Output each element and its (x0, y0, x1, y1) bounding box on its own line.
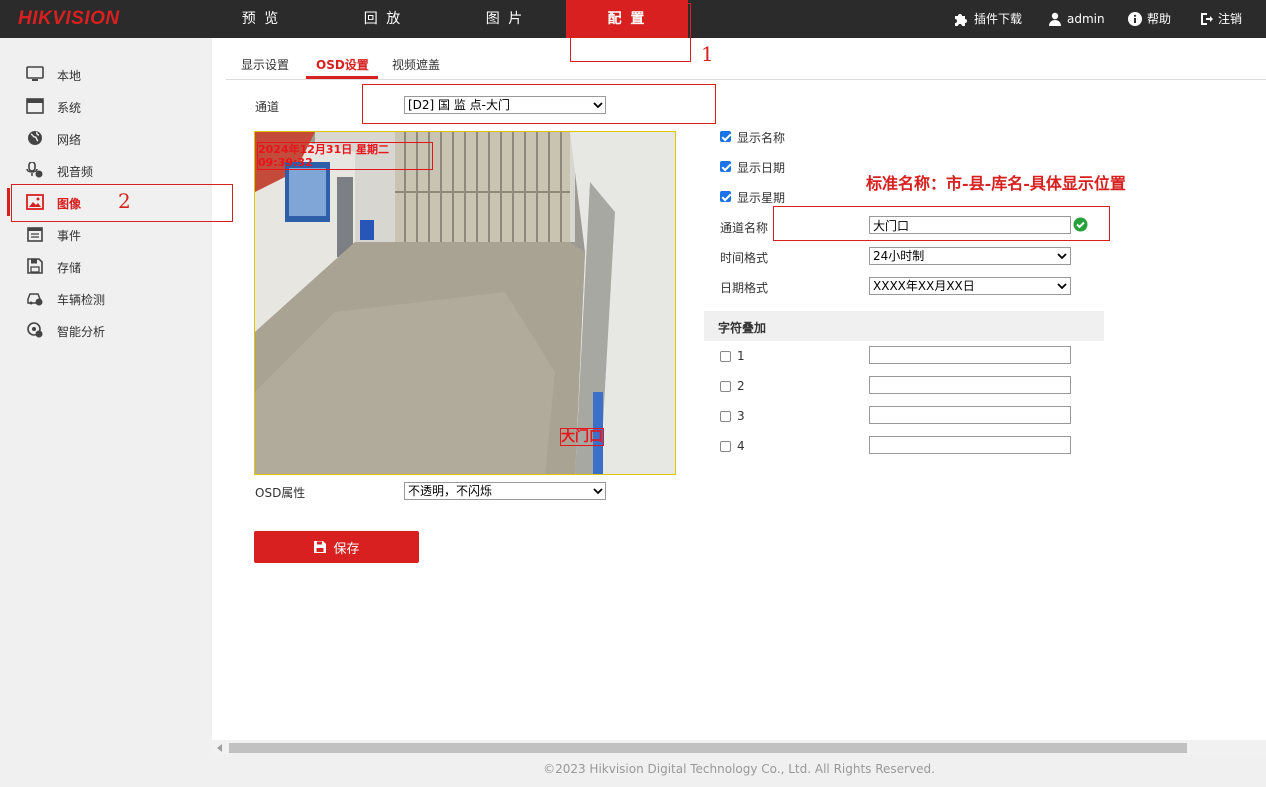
overlay-1-input[interactable] (869, 346, 1071, 364)
annotation-box-channel (362, 84, 716, 124)
tab-osd-settings[interactable]: OSD设置 (316, 56, 369, 73)
show-week-checkbox[interactable] (720, 191, 731, 202)
plugin-download-link[interactable]: 插件下载 (953, 0, 1022, 38)
monitor-icon (26, 66, 44, 81)
overlay-1-checkbox[interactable] (720, 351, 731, 362)
overlay-3-label: 3 (737, 409, 745, 423)
text-overlay-section-header: 字符叠加 (704, 311, 1104, 341)
calendar-icon (27, 227, 43, 242)
time-format-label: 时间格式 (720, 251, 769, 265)
sidebar-item-event[interactable]: 事件 (0, 218, 212, 250)
sidebar-item-storage[interactable]: 存储 (0, 250, 212, 282)
sidebar-item-video-audio[interactable]: 视音频 (0, 154, 212, 186)
tab-display-settings[interactable]: 显示设置 (241, 56, 289, 73)
show-date-checkbox[interactable] (720, 161, 731, 172)
globe-icon (28, 131, 42, 145)
show-name-label: 显示名称 (737, 131, 786, 145)
sidebar-item-network[interactable]: 网络 (0, 122, 212, 154)
config-tabs: 显示设置 OSD设置 视频遮盖 (226, 42, 1266, 80)
system-icon (26, 98, 44, 114)
channel-label: 通道 (255, 100, 280, 114)
sidebar-item-system[interactable]: 系统 (0, 90, 212, 122)
sidebar: 本地 系统 网络 视音频 图像 事件 存储 车辆检测 智能分析 (0, 38, 212, 787)
plugin-download-label: 插件下载 (974, 12, 1023, 26)
nav-picture[interactable]: 图 片 (444, 0, 566, 38)
sidebar-item-label: 事件 (57, 229, 82, 243)
save-icon (314, 541, 327, 553)
annotation-box-channel-name (773, 206, 1110, 241)
overlay-4-label: 4 (737, 439, 745, 453)
logout-icon (1201, 13, 1213, 25)
osd-datetime-overlay: 2024年12月31日 星期二 09:39:32 (257, 142, 433, 170)
vehicle-icon (27, 293, 43, 306)
sidebar-item-label: 存储 (57, 261, 82, 275)
username-label: admin (1067, 12, 1105, 26)
active-tab-underline (306, 76, 378, 79)
camera-scene (255, 132, 675, 474)
osd-attribute-label: OSD属性 (255, 486, 306, 500)
sidebar-item-label: 系统 (57, 101, 82, 115)
date-format-select[interactable]: XXXX年XX月XX日 (869, 277, 1071, 295)
annotation-number-1: 1 (701, 42, 714, 66)
nav-preview[interactable]: 预 览 (200, 0, 322, 38)
video-preview[interactable]: 2024年12月31日 星期二 09:39:32 大门口 (254, 131, 676, 475)
show-week-label: 显示星期 (737, 191, 786, 205)
horizontal-scrollbar[interactable] (212, 740, 1266, 756)
help-link[interactable]: 帮助 (1128, 0, 1171, 38)
nav-playback[interactable]: 回 放 (322, 0, 444, 38)
annotation-naming-note: 标准名称：市-县-库名-具体显示位置 (866, 174, 1126, 193)
sidebar-item-label: 车辆检测 (57, 293, 106, 307)
hikvision-logo: HIKVISION (18, 8, 120, 29)
channel-name-label: 通道名称 (720, 221, 769, 235)
osd-attribute-select[interactable]: 不透明，不闪烁 (404, 482, 606, 500)
puzzle-icon (955, 14, 967, 26)
user-menu[interactable]: admin (1048, 0, 1105, 38)
osd-channel-name-overlay: 大门口 (560, 428, 604, 446)
overlay-2-label: 2 (737, 379, 745, 393)
overlay-2-checkbox[interactable] (720, 381, 731, 392)
analytics-icon (27, 322, 43, 338)
logout-label: 注销 (1218, 12, 1243, 26)
help-label: 帮助 (1147, 12, 1172, 26)
overlay-4-checkbox[interactable] (720, 441, 731, 452)
user-icon (1049, 12, 1061, 26)
scrollbar-thumb[interactable] (229, 743, 1187, 753)
sidebar-item-label: 视音频 (57, 165, 94, 179)
sidebar-item-label: 网络 (57, 133, 82, 147)
annotation-number-2: 2 (118, 189, 131, 213)
scroll-left-arrow-icon[interactable] (216, 744, 224, 752)
sidebar-item-label: 本地 (57, 69, 82, 83)
sidebar-item-local[interactable]: 本地 (0, 58, 212, 90)
annotation-box-config (570, 3, 691, 62)
save-button[interactable]: 保存 (254, 531, 419, 563)
time-format-select[interactable]: 24小时制 (869, 247, 1071, 265)
overlay-3-input[interactable] (869, 406, 1071, 424)
date-format-label: 日期格式 (720, 281, 769, 295)
save-icon (27, 258, 43, 274)
sidebar-item-vehicle-detection[interactable]: 车辆检测 (0, 282, 212, 314)
overlay-4-input[interactable] (869, 436, 1071, 454)
overlay-2-input[interactable] (869, 376, 1071, 394)
tab-video-mask[interactable]: 视频遮盖 (392, 56, 440, 73)
show-date-label: 显示日期 (737, 161, 786, 175)
sidebar-item-smart-analysis[interactable]: 智能分析 (0, 314, 212, 346)
sidebar-item-label: 智能分析 (57, 325, 106, 339)
save-button-label: 保存 (333, 541, 360, 557)
show-name-checkbox[interactable] (720, 131, 731, 142)
microphone-icon (26, 162, 43, 178)
copyright-footer: ©2023 Hikvision Digital Technology Co., … (212, 756, 1266, 787)
overlay-1-label: 1 (737, 349, 745, 363)
overlay-3-checkbox[interactable] (720, 411, 731, 422)
logout-link[interactable]: 注销 (1199, 0, 1242, 38)
info-icon (1128, 12, 1142, 26)
